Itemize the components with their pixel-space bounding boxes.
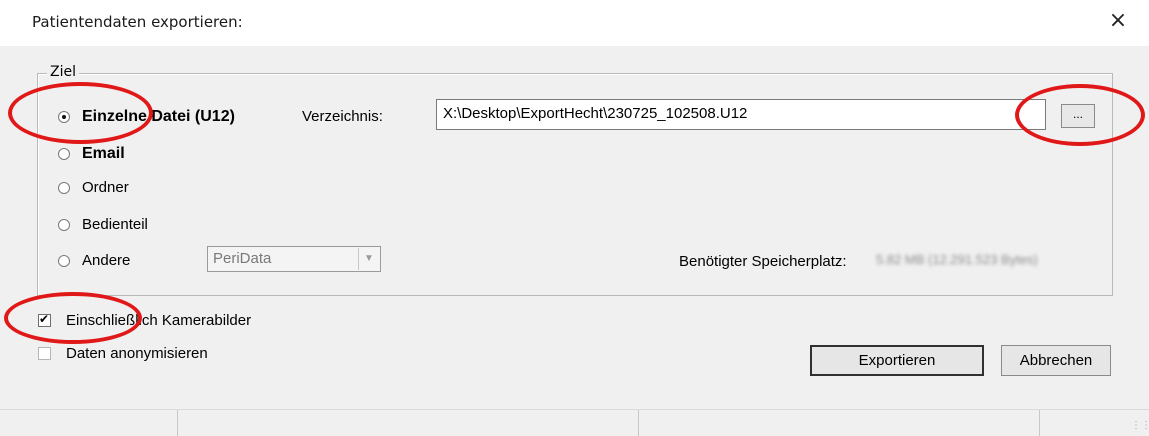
- browse-button[interactable]: ...: [1061, 104, 1095, 128]
- status-pane: [639, 410, 1040, 436]
- radio-button[interactable]: [58, 181, 70, 194]
- combo-value: PeriData: [213, 250, 272, 267]
- target-group-legend: Ziel: [47, 64, 79, 80]
- status-pane: [0, 410, 178, 436]
- radio-label: Andere: [82, 252, 131, 269]
- resize-grip-icon[interactable]: ⋮⋮: [1131, 419, 1149, 433]
- status-pane: [178, 410, 639, 436]
- anonymize-checkbox[interactable]: Daten anonymisieren: [38, 345, 208, 362]
- radio-button[interactable]: [58, 254, 70, 267]
- chevron-down-icon: ▼: [358, 248, 379, 270]
- radio-label: Bedienteil: [82, 216, 148, 233]
- radio-label: Ordner: [82, 179, 129, 196]
- checkbox-label: Einschließlich Kamerabilder: [66, 312, 252, 329]
- other-target-combo: PeriData ▼: [207, 246, 381, 272]
- storage-value: 5.82 MB (12.291.523 Bytes): [876, 252, 1038, 267]
- checkbox-box[interactable]: [38, 347, 51, 360]
- title-bar: Patientendaten exportieren: ×: [0, 0, 1149, 46]
- radio-label: Email: [82, 145, 125, 162]
- radio-ordner[interactable]: Ordner: [58, 179, 129, 196]
- directory-label: Verzeichnis:: [302, 108, 383, 125]
- include-camera-images-checkbox[interactable]: Einschließlich Kamerabilder: [38, 312, 251, 329]
- radio-button[interactable]: [58, 218, 70, 231]
- radio-andere[interactable]: Andere: [58, 252, 130, 269]
- radio-button[interactable]: [58, 148, 70, 160]
- radio-einzelne-datei[interactable]: Einzelne Datei (U12): [58, 108, 235, 126]
- status-bar: ⋮⋮: [0, 409, 1149, 436]
- export-button[interactable]: Exportieren: [810, 345, 984, 376]
- dialog-title: Patientendaten exportieren:: [32, 13, 243, 31]
- checkbox-label: Daten anonymisieren: [66, 345, 208, 362]
- cancel-button[interactable]: Abbrechen: [1001, 345, 1111, 376]
- directory-path-field[interactable]: X:\Desktop\ExportHecht\230725_102508.U12: [436, 99, 1046, 130]
- close-icon[interactable]: ×: [1101, 6, 1135, 36]
- radio-email[interactable]: Email: [58, 145, 125, 163]
- radio-bedienteil[interactable]: Bedienteil: [58, 216, 148, 233]
- radio-button[interactable]: [58, 111, 70, 123]
- radio-label: Einzelne Datei (U12): [82, 108, 235, 125]
- checkbox-box[interactable]: [38, 312, 51, 327]
- storage-label: Benötigter Speicherplatz:: [679, 253, 847, 270]
